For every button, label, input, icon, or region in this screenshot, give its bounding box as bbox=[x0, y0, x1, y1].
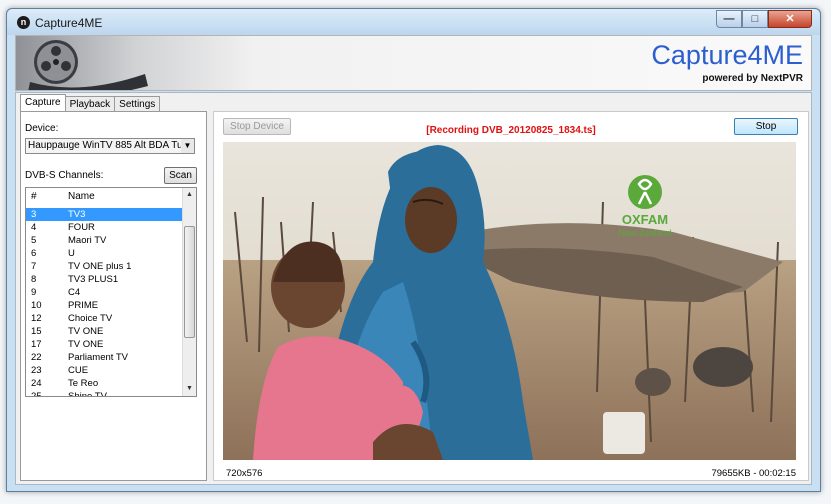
channel-name: Parliament TV bbox=[68, 352, 129, 363]
device-select-value: Hauppauge WinTV 885 Alt BDA Tuner/D bbox=[28, 140, 195, 151]
video-frame: OXFAM New Zealand bbox=[223, 142, 796, 460]
app-icon: n bbox=[17, 16, 30, 29]
channel-name: Te Reo bbox=[68, 378, 99, 389]
channel-row[interactable]: 7 TV ONE plus 1 bbox=[26, 260, 183, 273]
channel-row[interactable]: 22 Parliament TV bbox=[26, 351, 183, 364]
channel-number: 9 bbox=[31, 287, 37, 298]
channel-number: 17 bbox=[31, 339, 42, 350]
scan-button[interactable]: Scan bbox=[164, 167, 197, 184]
channels-label: DVB-S Channels: bbox=[25, 170, 104, 181]
channel-row[interactable]: 9 C4 bbox=[26, 286, 183, 299]
channel-name: Shine TV bbox=[68, 391, 107, 397]
channel-row[interactable]: 8 TV3 PLUS1 bbox=[26, 273, 183, 286]
channel-number: 6 bbox=[31, 248, 37, 259]
channel-number: 5 bbox=[31, 235, 37, 246]
channel-row[interactable]: 12 Choice TV bbox=[26, 312, 183, 325]
channel-row[interactable]: 24 Te Reo bbox=[26, 377, 183, 390]
channel-row[interactable]: 6U bbox=[26, 247, 183, 260]
brand-subtitle: powered by NextPVR bbox=[702, 73, 803, 84]
recording-size-time: 79655KB - 00:02:15 bbox=[711, 468, 796, 479]
channel-name: Choice TV bbox=[68, 313, 113, 324]
tab-strip: Capture Playback Settings bbox=[20, 94, 161, 111]
channel-number: 25 bbox=[31, 391, 42, 397]
video-resolution: 720x576 bbox=[226, 468, 263, 479]
channel-number: 8 bbox=[31, 274, 37, 285]
channel-number: 7 bbox=[31, 261, 37, 272]
channel-name: Maori TV bbox=[68, 235, 107, 246]
channel-name: PRIME bbox=[68, 300, 99, 311]
film-reel-icon bbox=[28, 40, 148, 90]
channel-list-scrollbar[interactable]: ▲ ▼ bbox=[182, 188, 196, 396]
channel-number: 24 bbox=[31, 378, 42, 389]
scrollbar-thumb[interactable] bbox=[184, 226, 195, 338]
channel-row[interactable]: 23 CUE bbox=[26, 364, 183, 377]
minimize-button[interactable]: — bbox=[716, 10, 742, 28]
window-title: Capture4ME bbox=[35, 16, 103, 30]
channel-name: U bbox=[68, 248, 75, 259]
channel-row[interactable]: 10 PRIME bbox=[26, 299, 183, 312]
channel-row[interactable]: 25 Shine TV bbox=[26, 390, 183, 397]
video-logo-text: OXFAM bbox=[622, 212, 668, 227]
chevron-down-icon[interactable]: ▼ bbox=[181, 139, 194, 153]
recording-status: [Recording DVB_20120825_1834.ts] bbox=[426, 125, 596, 136]
channel-row[interactable]: 5 Maori TV bbox=[26, 234, 183, 247]
channel-row[interactable]: 15 TV ONE bbox=[26, 325, 183, 338]
device-label: Device: bbox=[25, 123, 59, 134]
capture-panel: Device: Hauppauge WinTV 885 Alt BDA Tune… bbox=[20, 111, 207, 481]
main-area: Capture Playback Settings Device: Hauppa… bbox=[15, 92, 812, 485]
channel-name: CUE bbox=[68, 365, 89, 376]
scroll-down-icon[interactable]: ▼ bbox=[183, 383, 196, 395]
app-window: n Capture4ME — □ ✕ Capture4ME powered by… bbox=[6, 8, 821, 492]
device-select[interactable]: Hauppauge WinTV 885 Alt BDA Tuner/D ▼ bbox=[25, 138, 195, 154]
channel-number: 22 bbox=[31, 352, 42, 363]
scroll-up-icon[interactable]: ▲ bbox=[183, 189, 196, 201]
channel-name: TV3 bbox=[68, 209, 86, 220]
channel-row[interactable]: 4 FOUR bbox=[26, 221, 183, 234]
channel-row[interactable]: 3 TV3 bbox=[26, 208, 183, 221]
channel-number: 23 bbox=[31, 365, 42, 376]
tab-settings[interactable]: Settings bbox=[114, 96, 161, 111]
brand-title: Capture4ME bbox=[651, 40, 803, 70]
channel-name: FOUR bbox=[68, 222, 95, 233]
channel-name: C4 bbox=[68, 287, 81, 298]
channel-number: 12 bbox=[31, 313, 42, 324]
window-controls: — □ ✕ bbox=[716, 10, 812, 28]
close-button[interactable]: ✕ bbox=[768, 10, 812, 28]
channel-list-header: # Name bbox=[26, 191, 183, 206]
column-header-name[interactable]: Name bbox=[68, 191, 95, 202]
video-logo-subtext: New Zealand bbox=[618, 228, 671, 238]
channel-number: 15 bbox=[31, 326, 42, 337]
app-banner: Capture4ME powered by NextPVR bbox=[15, 35, 812, 91]
video-preview[interactable]: OXFAM New Zealand bbox=[223, 142, 796, 460]
column-header-number[interactable]: # bbox=[31, 191, 37, 202]
player-panel: Stop Device [Recording DVB_20120825_1834… bbox=[213, 111, 809, 481]
channel-number: 3 bbox=[31, 209, 37, 220]
channel-number: 10 bbox=[31, 300, 42, 311]
channel-row[interactable]: 17 TV ONE bbox=[26, 338, 183, 351]
channel-rows: 3 TV3 4 FOUR 5 Maori TV 6 U 7 TV ONE plus 1 8 TV3 P… bbox=[26, 208, 183, 397]
channel-list[interactable]: # Name 3 TV3 4 FOUR 5 Maori TV 6 U 7 TV ONE plus … bbox=[25, 187, 197, 397]
channel-name: TV ONE bbox=[68, 339, 104, 350]
tab-capture[interactable]: Capture bbox=[20, 94, 66, 111]
channel-name: TV ONE bbox=[68, 326, 104, 337]
channel-name: TV ONE plus 1 bbox=[68, 261, 132, 272]
maximize-button[interactable]: □ bbox=[742, 10, 768, 28]
stop-button[interactable]: Stop bbox=[734, 118, 798, 135]
tab-playback[interactable]: Playback bbox=[64, 96, 116, 111]
channel-number: 4 bbox=[31, 222, 37, 233]
channel-name: TV3 PLUS1 bbox=[68, 274, 119, 285]
title-bar[interactable]: n Capture4ME — □ ✕ bbox=[7, 9, 820, 35]
